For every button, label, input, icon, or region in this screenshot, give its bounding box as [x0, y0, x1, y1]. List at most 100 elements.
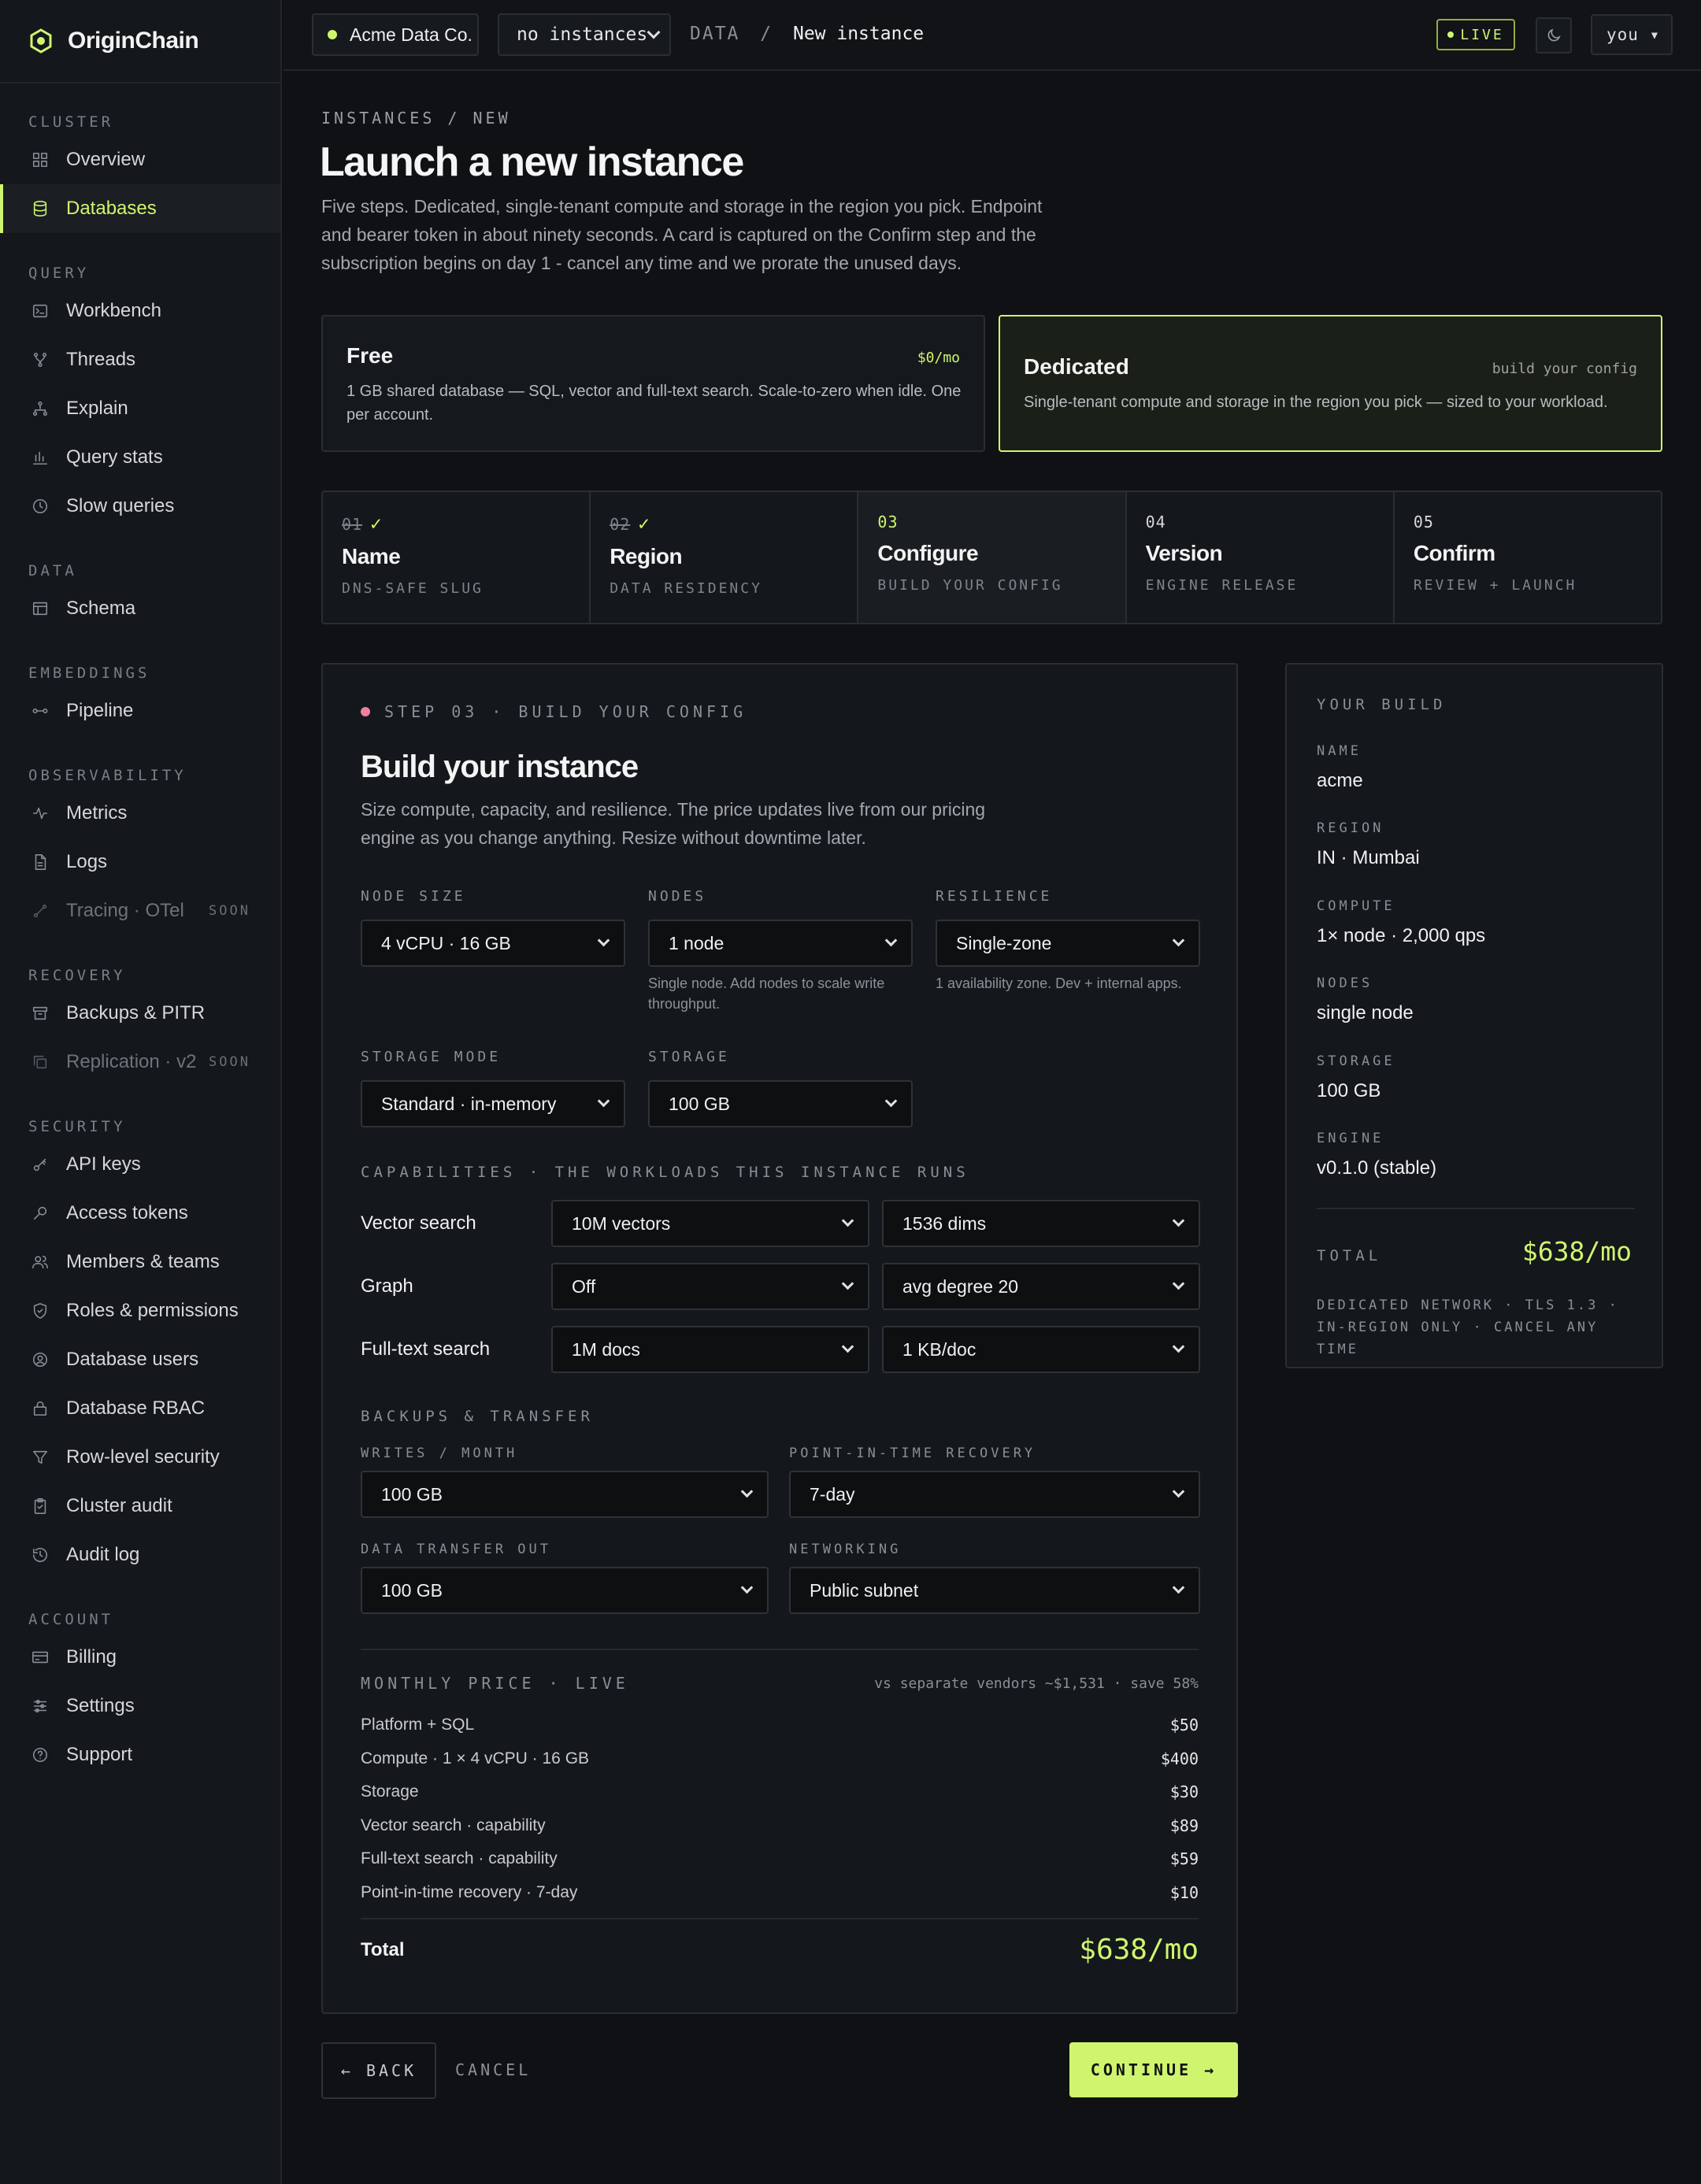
capability-vector-search-size-select[interactable]: 10M vectors: [551, 1200, 869, 1247]
wizard-step-name[interactable]: 01 ✓ Name DNS-SAFE SLUG: [323, 492, 591, 623]
sidebar-item-label: Settings: [66, 1695, 135, 1716]
plan-description: Single-tenant compute and storage in the…: [1024, 394, 1608, 411]
config-description: Size compute, capacity, and resilience. …: [361, 799, 986, 848]
resilience-select[interactable]: Single-zone: [936, 920, 1200, 967]
price-line: Storage $30: [361, 1775, 1199, 1808]
config-card: STEP 03 · BUILD YOUR CONFIG Build your i…: [321, 663, 1238, 2014]
sidebar-item-label: Pipeline: [66, 700, 134, 721]
sidebar-item-slow-queries[interactable]: Slow queries: [0, 482, 280, 531]
capability-graph-detail-select[interactable]: avg degree 20: [882, 1263, 1200, 1310]
sidebar-item-workbench[interactable]: Workbench: [0, 287, 280, 335]
networking-select[interactable]: Public subnet: [789, 1567, 1200, 1614]
sidebar-item-logs[interactable]: Logs: [0, 838, 280, 887]
capability-vector-search-detail-select[interactable]: 1536 dims: [882, 1200, 1200, 1247]
divider: [361, 1649, 1199, 1650]
page-eyebrow: INSTANCES / NEW: [321, 109, 511, 128]
sidebar-item-row-level-security[interactable]: Row-level security: [0, 1433, 280, 1482]
sidebar-item-support[interactable]: Support: [0, 1731, 280, 1779]
sidebar-item-threads[interactable]: Threads: [0, 335, 280, 384]
wizard-step-region[interactable]: 02 ✓ Region DATA RESIDENCY: [591, 492, 859, 623]
sidebar-item-label: Logs: [66, 851, 108, 872]
sidebar-item-database-users[interactable]: Database users: [0, 1335, 280, 1384]
node-size-select[interactable]: 4 vCPU · 16 GB: [361, 920, 625, 967]
sidebar-item-explain[interactable]: Explain: [0, 384, 280, 433]
chevron-down-icon: [841, 1340, 854, 1353]
copy-icon: [33, 1055, 47, 1069]
step-number: 02 ✓: [610, 513, 838, 535]
plan-price: $0/mo: [917, 350, 960, 366]
storage-mode-select[interactable]: Standard · in-memory: [361, 1080, 625, 1127]
sidebar-item-settings[interactable]: Settings: [0, 1682, 280, 1731]
back-button[interactable]: ← BACK: [321, 2042, 436, 2099]
price-line: Compute · 1 × 4 vCPU · 16 GB $400: [361, 1742, 1199, 1775]
sidebar-item-label: Database RBAC: [66, 1397, 206, 1419]
nav-group-security: SECURITY API keys Access tokens Members & t…: [0, 1113, 280, 1579]
sidebar-item-metrics[interactable]: Metrics: [0, 789, 280, 838]
price-line-name: Storage: [361, 1782, 419, 1801]
user-menu-button[interactable]: you ▾: [1591, 14, 1673, 55]
sidebar-item-cluster-audit[interactable]: Cluster audit: [0, 1482, 280, 1531]
org-switcher[interactable]: Acme Data Co.: [312, 13, 479, 56]
sidebar-item-audit-log[interactable]: Audit log: [0, 1531, 280, 1579]
pitr-label: POINT-IN-TIME RECOVERY: [789, 1446, 1036, 1461]
capabilities-label: CAPABILITIES · THE WORKLOADS THIS INSTAN…: [361, 1164, 969, 1181]
sidebar-item-replication-v2[interactable]: Replication · v2 SOON: [0, 1038, 280, 1086]
topbar: Acme Data Co. no instances DATA / New in…: [284, 0, 1701, 71]
pitr-select[interactable]: 7-day: [789, 1471, 1200, 1518]
summary-value: IN · Mumbai: [1317, 847, 1420, 869]
wizard-step-confirm[interactable]: 05 Confirm REVIEW + LAUNCH: [1395, 492, 1661, 623]
card-icon: [32, 1651, 48, 1664]
plan-card-dedicated[interactable]: Dedicated build your config Single-tenan…: [999, 315, 1662, 452]
nav-group-title: RECOVERY: [28, 967, 126, 984]
nodes-select[interactable]: 1 node: [648, 920, 913, 967]
step-number: 04: [1146, 513, 1374, 531]
wizard-step-version[interactable]: 04 Version ENGINE RELEASE: [1127, 492, 1395, 623]
database-icon: [33, 201, 47, 217]
sidebar-item-pipeline[interactable]: Pipeline: [0, 687, 280, 735]
summary-value: 1× node · 2,000 qps: [1317, 924, 1486, 946]
sidebar-item-databases[interactable]: Databases: [0, 184, 280, 233]
sidebar-item-overview[interactable]: Overview: [0, 135, 280, 184]
step-title: Region: [610, 544, 683, 568]
divider: [1317, 1208, 1635, 1209]
capability-graph-size-select[interactable]: Off: [551, 1263, 869, 1310]
cancel-button[interactable]: CANCEL: [455, 2060, 531, 2079]
sidebar-item-tracing-otel[interactable]: Tracing · OTel SOON: [0, 887, 280, 935]
brand[interactable]: OriginChain: [0, 0, 280, 83]
sidebar-item-schema[interactable]: Schema: [0, 584, 280, 633]
sidebar-item-query-stats[interactable]: Query stats: [0, 433, 280, 482]
sidebar-item-access-tokens[interactable]: Access tokens: [0, 1189, 280, 1238]
token-icon: [33, 1206, 47, 1220]
page-title: Launch a new instance: [320, 139, 744, 185]
sidebar-item-database-rbac[interactable]: Database RBAC: [0, 1384, 280, 1433]
continue-button[interactable]: CONTINUE →: [1069, 2042, 1238, 2097]
sidebar-item-billing[interactable]: Billing: [0, 1633, 280, 1682]
summary-key: NODES: [1317, 975, 1373, 992]
step-number-text: 05: [1413, 513, 1434, 531]
breadcrumb-current: New instance: [792, 24, 925, 44]
sidebar-item-backups-pitr[interactable]: Backups & PITR: [0, 989, 280, 1038]
writes-select[interactable]: 100 GB: [361, 1471, 769, 1518]
nav-group-data: DATA Schema: [0, 557, 280, 633]
summary-key: REGION: [1317, 820, 1384, 837]
capability-full-text-search-detail-select[interactable]: 1 KB/doc: [882, 1326, 1200, 1373]
plan-card-free[interactable]: Free $0/mo 1 GB shared database — SQL, v…: [321, 315, 985, 452]
theme-toggle-button[interactable]: [1536, 17, 1572, 54]
help-icon: [32, 1747, 48, 1763]
divider: [361, 1918, 1199, 1919]
sidebar-item-members-teams[interactable]: Members & teams: [0, 1238, 280, 1286]
transfer-select[interactable]: 100 GB: [361, 1567, 769, 1614]
storage-select[interactable]: 100 GB: [648, 1080, 913, 1127]
capability-full-text-search-size-select[interactable]: 1M docs: [551, 1326, 869, 1373]
sidebar-item-api-keys[interactable]: API keys: [0, 1140, 280, 1189]
sidebar-item-roles-permissions[interactable]: Roles & permissions: [0, 1286, 280, 1335]
nav-group-title: DATA: [28, 562, 77, 579]
price-line: Full-text search · capability $59: [361, 1842, 1199, 1875]
shield-icon: [33, 1303, 47, 1319]
instance-select-value: no instances: [517, 24, 648, 45]
breadcrumb-section[interactable]: DATA: [690, 24, 739, 44]
step-dot: [361, 707, 370, 716]
instance-select[interactable]: no instances: [498, 13, 671, 56]
nav-group-title: CLUSTER: [28, 113, 114, 131]
wizard-step-configure[interactable]: 03 Configure BUILD YOUR CONFIG: [858, 492, 1127, 623]
